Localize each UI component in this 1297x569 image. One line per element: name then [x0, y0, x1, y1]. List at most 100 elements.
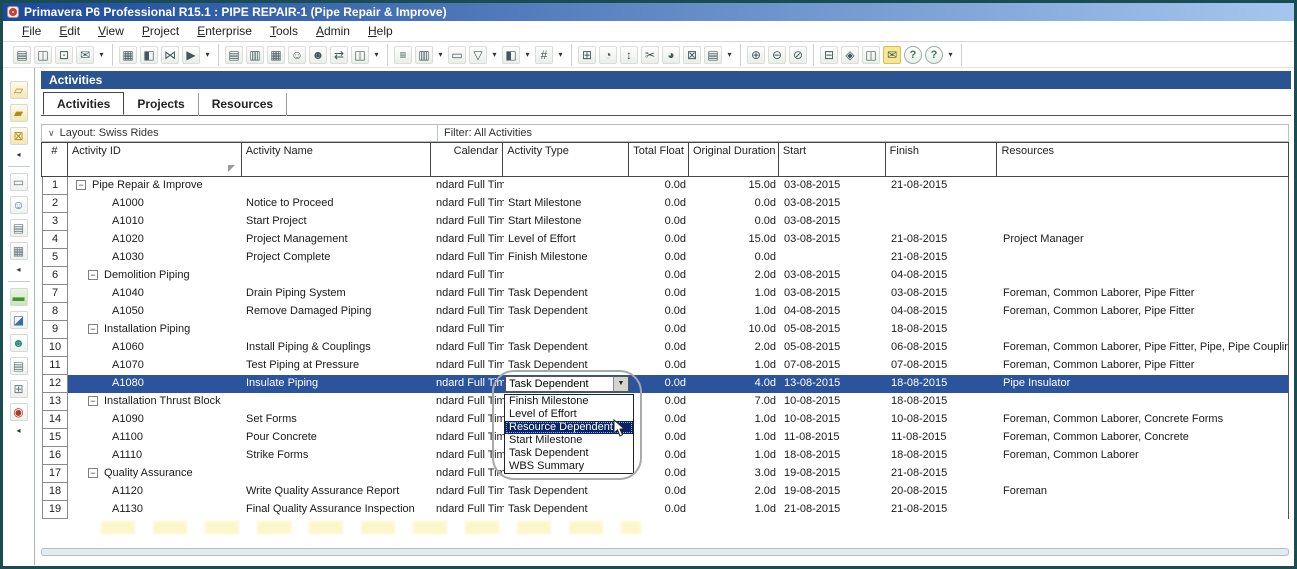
cell-finish[interactable]: 07-08-2015	[887, 357, 999, 375]
assignments-view-icon[interactable]: ☻	[9, 334, 28, 352]
cell-cal[interactable]: ndard Full Time	[432, 249, 504, 267]
cell-res[interactable]: Foreman, Common Laborer, Pipe Fitter	[999, 303, 1288, 321]
table-row[interactable]: 9−Installation Pipingndard Full Time0.0d…	[42, 321, 1288, 339]
cell-finish[interactable]: 04-08-2015	[887, 303, 999, 321]
cell-name[interactable]	[242, 321, 432, 339]
cell-type[interactable]: Task Dependent	[504, 339, 630, 357]
table-row[interactable]: 6−Demolition Pipingndard Full Time0.0d2.…	[42, 267, 1288, 285]
collapse-group-icon[interactable]: −	[76, 180, 86, 190]
tracking-view-icon[interactable]: ◫	[351, 45, 369, 64]
cell-res[interactable]	[999, 267, 1288, 285]
cell-od[interactable]: 1.0d	[690, 447, 780, 465]
progress-spotlight-icon[interactable]: ▤	[704, 45, 722, 64]
table-row[interactable]: 17−Quality Assurancendard Full Time0.0d3…	[42, 465, 1288, 483]
cell-type[interactable]	[504, 267, 630, 285]
comment-icon[interactable]: ✉	[883, 45, 901, 64]
cell-n[interactable]: 17	[42, 465, 68, 483]
cell-n[interactable]: 1	[42, 177, 68, 195]
cell-type[interactable]	[504, 177, 630, 195]
cell-name[interactable]: Remove Damaged Piping	[242, 303, 432, 321]
cell-cal[interactable]: ndard Full Time	[432, 339, 504, 357]
reassign-icon[interactable]: ⇄	[330, 45, 348, 64]
cell-res[interactable]: Foreman, Common Laborer, Concrete Forms	[999, 411, 1288, 429]
gantt-chart-icon[interactable]: ◧	[140, 45, 158, 64]
cell-tf[interactable]: 0.0d	[630, 195, 690, 213]
cell-start[interactable]: 10-08-2015	[780, 411, 887, 429]
cell-name[interactable]: Install Piping & Couplings	[242, 339, 432, 357]
cell-od[interactable]: 7.0d	[690, 393, 780, 411]
cell-finish[interactable]	[887, 195, 999, 213]
cell-type[interactable]: Task Dependent	[504, 501, 630, 519]
dropdown-option[interactable]: Finish Milestone	[505, 395, 633, 408]
cell-res[interactable]: Foreman, Common Laborer, Pipe Fitter	[999, 285, 1288, 303]
update-progress-icon[interactable]: ◕	[662, 45, 680, 64]
cell-type[interactable]: Task Dependent	[504, 285, 630, 303]
cell-cal[interactable]: ndard Full Time	[432, 429, 504, 447]
cell-res[interactable]: Foreman, Common Laborer	[999, 447, 1288, 465]
table-row[interactable]: 4A1020Project Managementndard Full TimeL…	[42, 231, 1288, 249]
cell-n[interactable]: 11	[42, 357, 68, 375]
cell-n[interactable]: 13	[42, 393, 68, 411]
table-row[interactable]: 14A1090Set Formsndard Full Time0.0d1.0d1…	[42, 411, 1288, 429]
cell-start[interactable]: 19-08-2015	[780, 465, 887, 483]
table-row[interactable]: 1−Pipe Repair & Improve ndard Full Time 0.…	[42, 177, 1288, 195]
filter-icon[interactable]: ▽	[469, 45, 487, 64]
cell-res[interactable]: Project Manager	[999, 231, 1288, 249]
cell-type[interactable]: Task Dependent ▼	[504, 375, 630, 393]
cell-finish[interactable]: 18-08-2015	[887, 321, 999, 339]
column-header-start[interactable]: Start	[779, 143, 886, 176]
menu-item-edit[interactable]: Edit	[50, 22, 89, 41]
cell-tf[interactable]: 0.0d	[630, 375, 690, 393]
collapse-section-icon[interactable]: ◂	[10, 426, 28, 436]
resource-assignment-icon[interactable]: ☺	[288, 45, 306, 64]
horizontal-scrollbar[interactable]	[41, 548, 1289, 556]
dropdown-caret-icon[interactable]: ▾	[97, 46, 106, 64]
cell-od[interactable]: 2.0d	[690, 267, 780, 285]
cell-name[interactable]: Drain Piping System	[242, 285, 432, 303]
cell-cal[interactable]: ndard Full Time	[432, 483, 504, 501]
dropdown-option[interactable]: WBS Summary	[505, 460, 633, 473]
cell-res[interactable]	[999, 213, 1288, 231]
expenses-icon[interactable]: ⊞	[9, 380, 28, 398]
cell-name[interactable]: Project Management	[242, 231, 432, 249]
cell-name[interactable]	[242, 393, 432, 411]
cell-od[interactable]: 15.0d	[690, 231, 780, 249]
cell-cal[interactable]: ndard Full Time	[432, 213, 504, 231]
cell-res[interactable]	[999, 321, 1288, 339]
cell-id[interactable]: A1070	[68, 357, 242, 375]
cell-finish[interactable]: 21-08-2015	[887, 177, 999, 195]
layout-selector[interactable]: ∨ Layout: Swiss Rides	[41, 124, 438, 142]
cell-start[interactable]: 05-08-2015	[780, 339, 887, 357]
table-row[interactable]: 5A1030Project Completendard Full TimeFin…	[42, 249, 1288, 267]
cell-start[interactable]: 03-08-2015	[780, 267, 887, 285]
cell-type[interactable]: Level of Effort	[504, 231, 630, 249]
menu-item-view[interactable]: View	[89, 22, 133, 41]
cell-type[interactable]: Finish Milestone	[504, 249, 630, 267]
print-icon[interactable]: ▤	[13, 45, 31, 64]
apply-actuals-icon[interactable]: ✂	[641, 45, 659, 64]
cell-type[interactable]: Task Dependent	[504, 357, 630, 375]
cell-id[interactable]: A1020	[68, 231, 242, 249]
page-setup-icon[interactable]: ⊡	[55, 45, 73, 64]
cell-id[interactable]: − Installation Piping	[68, 321, 242, 339]
cell-id[interactable]: A1000	[68, 195, 242, 213]
column-header-finish[interactable]: Finish	[886, 143, 998, 176]
cell-id[interactable]: − Demolition Piping	[68, 267, 242, 285]
cell-id[interactable]: − Pipe Repair & Improve	[68, 177, 242, 195]
cell-cal[interactable]: ndard Full Time	[432, 231, 504, 249]
cell-name[interactable]: Start Project	[242, 213, 432, 231]
menu-item-enterprise[interactable]: Enterprise	[188, 22, 261, 41]
cell-cal[interactable]: ndard Full Time	[432, 303, 504, 321]
cell-id[interactable]: A1030	[68, 249, 242, 267]
cell-n[interactable]: 9	[42, 321, 68, 339]
cell-n[interactable]: 10	[42, 339, 68, 357]
cell-id[interactable]: − Installation Thrust Block	[68, 393, 242, 411]
cell-start[interactable]: 03-08-2015	[780, 213, 887, 231]
cell-cal[interactable]: ndard Full Time	[432, 375, 504, 393]
cell-finish[interactable]: 10-08-2015	[887, 411, 999, 429]
cell-cal[interactable]: ndard Full Time	[432, 393, 504, 411]
dropdown-caret-icon[interactable]: ▾	[372, 46, 381, 64]
cell-tf[interactable]: 0.0d	[630, 465, 690, 483]
cell-od[interactable]: 10.0d	[690, 321, 780, 339]
cell-start[interactable]: 13-08-2015	[780, 375, 887, 393]
